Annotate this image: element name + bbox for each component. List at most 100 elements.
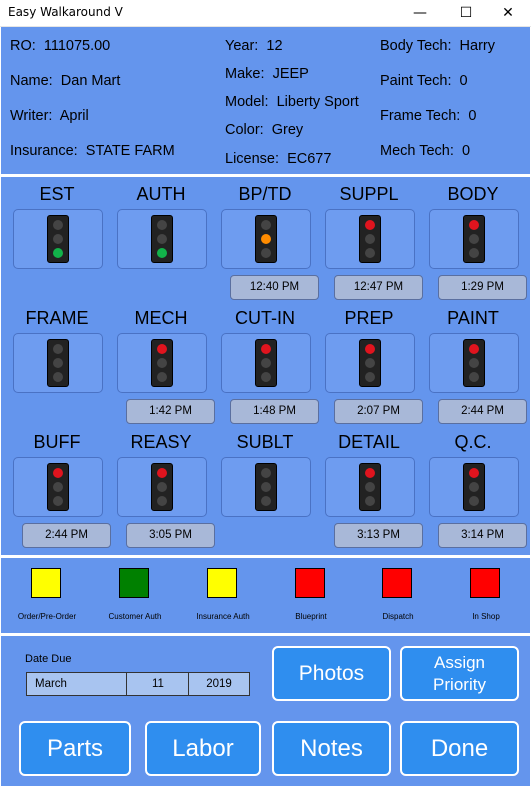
mech-tech-value: 0 (461, 143, 471, 159)
stage-light-button[interactable] (325, 457, 415, 517)
close-icon[interactable]: ✕ (485, 0, 531, 26)
ro-label: RO: (10, 38, 36, 54)
stage-light-button[interactable] (429, 457, 519, 517)
assign-priority-label-line1: Assign (433, 653, 486, 672)
insurance-field: Insurance: STATE FARM (10, 143, 175, 159)
paint-tech-value: 0 (459, 73, 468, 89)
stage-time: 12:47 PM (334, 275, 423, 300)
stage-label: REASY (130, 432, 192, 452)
light-bulb (157, 234, 167, 244)
model-field: Model: Liberty Sport (225, 94, 359, 110)
traffic-light-icon (255, 339, 277, 387)
light-bulb (261, 234, 271, 244)
status-swatch-label: Dispatch (382, 612, 414, 621)
stage-time: 3:05 PM (126, 523, 215, 548)
status-swatch-dispatch[interactable] (382, 568, 412, 598)
make-value: JEEP (272, 66, 309, 82)
stage-light-button[interactable] (221, 333, 311, 393)
stage-light-button[interactable] (325, 209, 415, 269)
main-panel: RO: 111075.00 Name: Dan Mart Writer: Apr… (1, 27, 530, 786)
insurance-label: Insurance: (10, 143, 78, 159)
body-tech-value: Harry (459, 38, 495, 54)
make-label: Make: (225, 66, 265, 82)
stage-light-button[interactable] (429, 333, 519, 393)
light-bulb (157, 358, 167, 368)
traffic-light-icon (359, 339, 381, 387)
paint-tech-field: Paint Tech: 0 (380, 73, 468, 89)
stage-light-button[interactable] (325, 333, 415, 393)
light-bulb (365, 234, 375, 244)
stage-light-button[interactable] (13, 457, 103, 517)
stage-light-button[interactable] (13, 333, 103, 393)
light-bulb (53, 482, 63, 492)
divider (1, 174, 530, 177)
status-swatch-order-pre-order[interactable] (31, 568, 61, 598)
stage-label: PAINT (447, 308, 499, 328)
frame-tech-label: Frame Tech: (380, 108, 461, 124)
stage-light-button[interactable] (13, 209, 103, 269)
light-bulb (261, 468, 271, 478)
stage-light-button[interactable] (221, 457, 311, 517)
stage-light-button[interactable] (429, 209, 519, 269)
status-swatch-label: Blueprint (295, 612, 327, 621)
make-field: Make: JEEP (225, 66, 309, 82)
divider (1, 555, 530, 558)
light-bulb (469, 468, 479, 478)
maximize-icon[interactable]: ☐ (443, 0, 489, 26)
status-swatch-customer-auth[interactable] (119, 568, 149, 598)
stage-time: 12:40 PM (230, 275, 319, 300)
light-bulb (365, 482, 375, 492)
light-bulb (157, 372, 167, 382)
light-bulb (53, 372, 63, 382)
labor-button[interactable]: Labor (145, 721, 261, 776)
light-bulb (261, 344, 271, 354)
stage-light-button[interactable] (117, 457, 207, 517)
stage-label: BUFF (33, 432, 81, 452)
model-label: Model: (225, 94, 269, 110)
date-month[interactable]: March (27, 673, 127, 695)
license-field: License: EC677 (225, 151, 331, 167)
status-swatch-label: Order/Pre-Order (17, 612, 77, 621)
parts-button[interactable]: Parts (19, 721, 131, 776)
status-swatch-in-shop[interactable] (470, 568, 500, 598)
light-bulb (261, 482, 271, 492)
color-value: Grey (271, 122, 304, 138)
body-tech-label: Body Tech: (380, 38, 452, 54)
light-bulb (365, 372, 375, 382)
done-button[interactable]: Done (400, 721, 519, 776)
light-bulb (365, 248, 375, 258)
light-bulb (469, 248, 479, 258)
light-bulb (157, 496, 167, 506)
stage-label: CUT-IN (235, 308, 295, 328)
color-field: Color: Grey (225, 122, 303, 138)
license-label: License: (225, 151, 280, 167)
light-bulb (261, 372, 271, 382)
light-bulb (365, 468, 375, 478)
minimize-icon[interactable]: — (397, 0, 443, 26)
light-bulb (365, 344, 375, 354)
light-bulb (469, 482, 479, 492)
divider (1, 633, 530, 636)
stage-light-button[interactable] (221, 209, 311, 269)
traffic-light-icon (151, 463, 173, 511)
stage-time: 1:29 PM (438, 275, 527, 300)
window-title: Easy Walkaround V (8, 5, 123, 19)
name-value: Dan Mart (60, 73, 121, 89)
stage-light-button[interactable] (117, 209, 207, 269)
light-bulb (157, 482, 167, 492)
light-bulb (53, 496, 63, 506)
date-day[interactable]: 11 (128, 673, 189, 695)
status-swatch-blueprint[interactable] (295, 568, 325, 598)
date-year[interactable]: 2019 (189, 673, 249, 695)
photos-button[interactable]: Photos (272, 646, 391, 701)
assign-priority-button[interactable]: Assign Priority (400, 646, 519, 701)
light-bulb (261, 496, 271, 506)
stage-time: 1:48 PM (230, 399, 319, 424)
notes-button[interactable]: Notes (272, 721, 391, 776)
status-swatch-insurance-auth[interactable] (207, 568, 237, 598)
stage-label: EST (39, 184, 75, 204)
stage-light-button[interactable] (117, 333, 207, 393)
date-due-picker[interactable]: March 11 2019 (26, 672, 250, 696)
traffic-light-icon (255, 463, 277, 511)
light-bulb (469, 220, 479, 230)
